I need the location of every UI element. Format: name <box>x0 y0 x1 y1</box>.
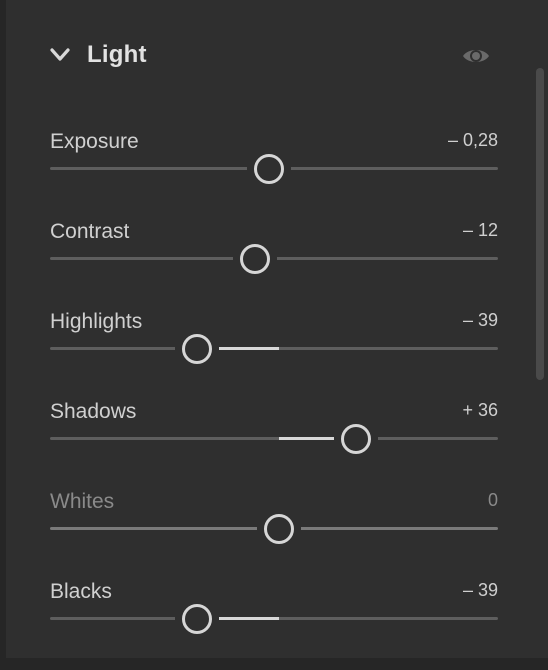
slider-value[interactable]: – 12 <box>463 220 498 241</box>
panel-title: Light <box>87 41 147 68</box>
slider-label: Highlights <box>50 310 143 333</box>
scrollbar[interactable] <box>536 68 544 380</box>
slider-value[interactable]: – 39 <box>463 310 498 331</box>
slider-thumb[interactable] <box>341 424 372 454</box>
slider-label: Whites <box>50 490 115 513</box>
whites-slider-row: Whites 0 <box>50 490 498 580</box>
exposure-slider-row: Exposure – 0,28 <box>50 130 498 220</box>
slider-label: Exposure <box>50 130 139 153</box>
eye-icon[interactable] <box>462 46 490 66</box>
slider-track[interactable] <box>50 347 498 350</box>
blacks-slider-row: Blacks – 39 <box>50 580 498 670</box>
slider-track[interactable] <box>50 437 498 440</box>
slider-value[interactable]: – 0,28 <box>448 130 498 151</box>
slider-label: Blacks <box>50 580 112 603</box>
highlights-slider-row: Highlights – 39 <box>50 310 498 400</box>
light-panel: Light Exposure – 0,28 Contrast – 12 High… <box>0 0 548 658</box>
chevron-down-icon[interactable] <box>50 48 70 62</box>
slider-thumb[interactable] <box>181 604 212 634</box>
slider-label: Shadows <box>50 400 137 423</box>
slider-thumb[interactable] <box>253 154 284 184</box>
contrast-slider-row: Contrast – 12 <box>50 220 498 310</box>
slider-thumb[interactable] <box>239 244 270 274</box>
slider-track[interactable] <box>50 617 498 620</box>
slider-label: Contrast <box>50 220 130 243</box>
slider-value[interactable]: – 39 <box>463 580 498 601</box>
slider-thumb[interactable] <box>264 514 295 544</box>
slider-value[interactable]: 0 <box>488 490 498 511</box>
slider-thumb[interactable] <box>181 334 212 364</box>
slider-value[interactable]: + 36 <box>462 400 498 421</box>
panel-header[interactable]: Light <box>0 0 548 110</box>
shadows-slider-row: Shadows + 36 <box>50 400 498 490</box>
